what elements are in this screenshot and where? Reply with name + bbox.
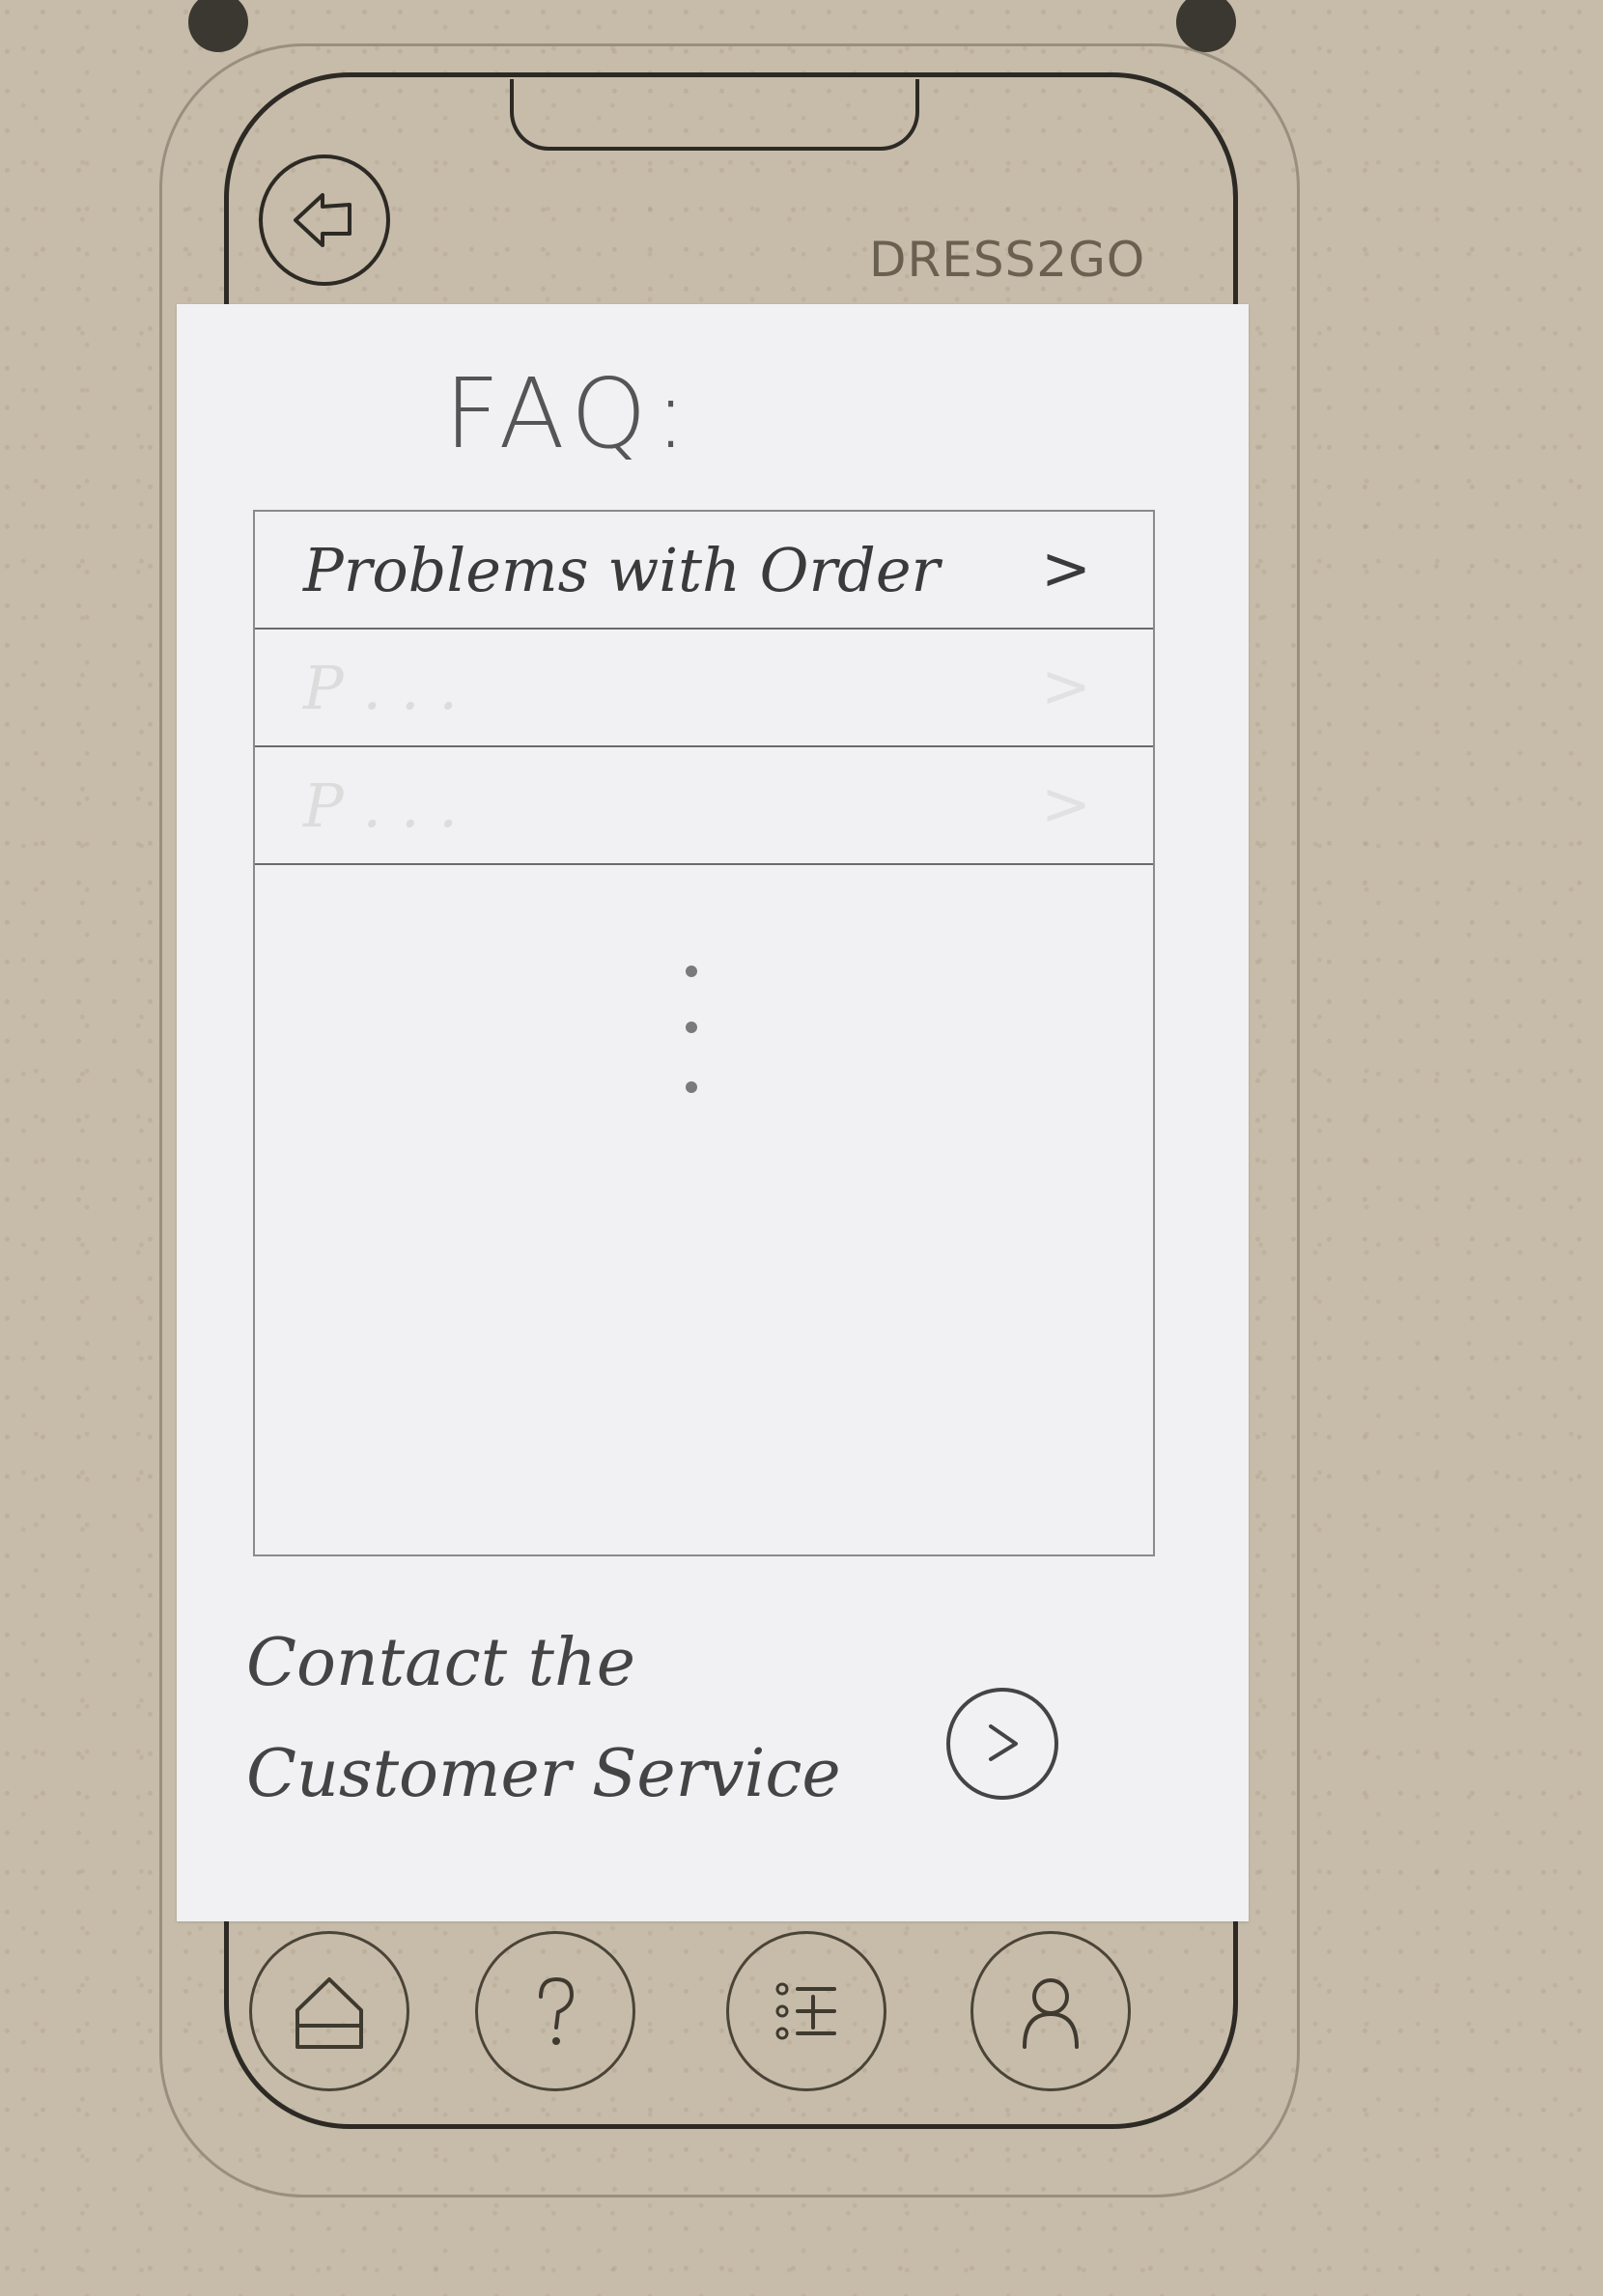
- chevron-right-icon: >: [1041, 769, 1091, 839]
- faq-item-label: P . . .: [303, 770, 458, 841]
- contact-line-1: Contact the: [246, 1625, 636, 1701]
- faq-item-label: Problems with Order: [303, 535, 941, 605]
- faq-item-label: P . . .: [303, 653, 458, 723]
- ellipsis-dot: [686, 966, 697, 977]
- faq-item-problems-with-order[interactable]: Problems with Order >: [255, 512, 1153, 630]
- chevron-right-icon: >: [1041, 651, 1091, 721]
- back-button[interactable]: [259, 154, 390, 286]
- contact-customer-service-button[interactable]: [946, 1688, 1058, 1800]
- nav-list-button[interactable]: [726, 1931, 886, 2091]
- phone-notch: [510, 79, 919, 151]
- back-arrow-icon: [294, 193, 352, 247]
- ellipsis-dot: [686, 1081, 697, 1093]
- nav-help-button[interactable]: [475, 1931, 635, 2091]
- faq-list: Problems with Order > P . . . > P . . . …: [253, 510, 1155, 1556]
- contact-customer-service-link[interactable]: Contact the Customer Service: [246, 1608, 922, 1839]
- nav-home-button[interactable]: [249, 1931, 409, 2091]
- faq-item[interactable]: P . . . >: [255, 747, 1153, 865]
- brand-logo: DRESS2GO: [869, 232, 1146, 288]
- ellipsis-dot: [686, 1022, 697, 1033]
- list-icon: [775, 1982, 836, 2040]
- user-icon: [1023, 1978, 1079, 2049]
- page-title: FAQ:: [444, 357, 695, 470]
- chevron-right-icon: [989, 1724, 1018, 1761]
- home-icon: [295, 1977, 363, 2049]
- contact-line-2: Customer Service: [246, 1736, 841, 1812]
- nav-profile-button[interactable]: [970, 1931, 1131, 2091]
- faq-item[interactable]: P . . . >: [255, 630, 1153, 747]
- chevron-right-icon: >: [1041, 533, 1091, 603]
- help-icon: [539, 1976, 575, 2045]
